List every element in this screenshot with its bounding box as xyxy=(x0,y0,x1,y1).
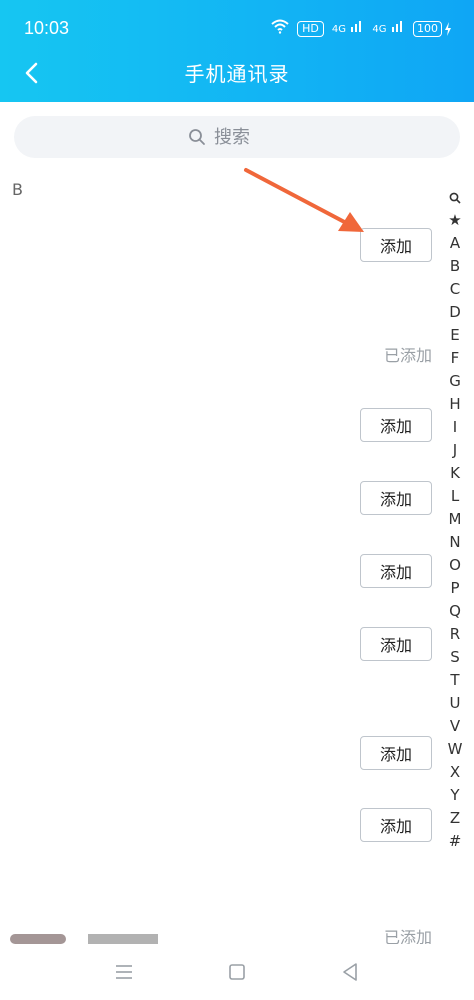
added-label: 已添加 xyxy=(383,346,432,365)
contact-row: 添加 xyxy=(0,408,440,448)
index-letter[interactable]: N xyxy=(449,531,460,554)
contact-row: 添加 xyxy=(0,228,440,268)
add-button[interactable]: 添加 xyxy=(360,228,432,262)
search-input[interactable] xyxy=(212,125,286,149)
status-icons: HD 4G 4G 100 xyxy=(271,18,452,39)
index-letter[interactable]: H xyxy=(449,393,460,416)
contact-row: 添加 xyxy=(0,736,440,776)
index-search-icon[interactable] xyxy=(449,186,461,209)
index-letter[interactable]: R xyxy=(450,623,460,646)
hd-badge: HD xyxy=(297,20,324,37)
contact-row: 已添加 xyxy=(0,338,440,378)
header: 10:03 HD 4G 4G 100 手机通讯录 xyxy=(0,0,474,102)
page-title: 手机通讯录 xyxy=(184,62,290,86)
contacts-page: 10:03 HD 4G 4G 100 手机通讯录 搜索 B 添加 已添加 添加 … xyxy=(0,0,474,1000)
status-time: 10:03 xyxy=(24,18,70,38)
index-letter[interactable]: V xyxy=(450,715,460,738)
annotation-arrow-icon xyxy=(244,168,364,232)
contact-row: 添加 xyxy=(0,627,440,667)
index-letter[interactable]: K xyxy=(450,462,460,485)
index-letter[interactable]: X xyxy=(450,761,460,784)
index-letter[interactable]: P xyxy=(450,577,459,600)
add-button[interactable]: 添加 xyxy=(360,627,432,661)
signal-icon-2: 4G xyxy=(372,18,405,39)
index-letter[interactable]: M xyxy=(449,508,462,531)
index-letter[interactable]: Y xyxy=(450,784,459,807)
index-letter[interactable]: Z xyxy=(450,807,460,830)
battery-icon: 100 xyxy=(413,20,452,37)
index-letter[interactable]: # xyxy=(449,830,462,853)
partial-contact-row xyxy=(10,934,160,944)
search-bar[interactable] xyxy=(14,116,460,158)
index-letter[interactable]: B xyxy=(450,255,460,278)
avatar xyxy=(10,934,66,944)
add-button[interactable]: 添加 xyxy=(360,808,432,842)
index-letter[interactable]: U xyxy=(450,692,461,715)
search-icon xyxy=(189,129,205,145)
menu-icon[interactable] xyxy=(110,958,138,986)
section-letter: B xyxy=(12,180,23,199)
alphabet-index[interactable]: ★ A B C D E F G H I J K L M N O P Q R S … xyxy=(446,186,464,853)
index-letter[interactable]: G xyxy=(449,370,461,393)
index-letter[interactable]: J xyxy=(453,439,457,462)
add-button[interactable]: 添加 xyxy=(360,554,432,588)
contact-row: 添加 xyxy=(0,808,440,848)
index-letter[interactable]: I xyxy=(453,416,457,439)
index-letter[interactable]: ★ xyxy=(448,209,461,232)
wifi-icon xyxy=(271,18,289,39)
index-letter[interactable]: A xyxy=(450,232,460,255)
index-letter[interactable]: W xyxy=(448,738,463,761)
index-letter[interactable]: D xyxy=(449,301,461,324)
index-letter[interactable]: Q xyxy=(449,600,461,623)
contact-name-partial xyxy=(88,934,158,944)
index-letter[interactable]: O xyxy=(449,554,461,577)
add-button[interactable]: 添加 xyxy=(360,481,432,515)
index-letter[interactable]: E xyxy=(450,324,459,347)
contact-row: 添加 xyxy=(0,554,440,594)
index-letter[interactable]: C xyxy=(450,278,460,301)
signal-icon: 4G xyxy=(332,18,365,39)
index-letter[interactable]: T xyxy=(450,669,459,692)
index-letter[interactable]: S xyxy=(450,646,460,669)
system-nav-bar xyxy=(0,944,474,1000)
index-letter[interactable]: L xyxy=(451,485,459,508)
add-button[interactable]: 添加 xyxy=(360,408,432,442)
home-icon[interactable] xyxy=(223,958,251,986)
back-nav-icon[interactable] xyxy=(336,958,364,986)
contact-row: 添加 xyxy=(0,481,440,521)
index-letter[interactable]: F xyxy=(451,347,460,370)
add-button[interactable]: 添加 xyxy=(360,736,432,770)
